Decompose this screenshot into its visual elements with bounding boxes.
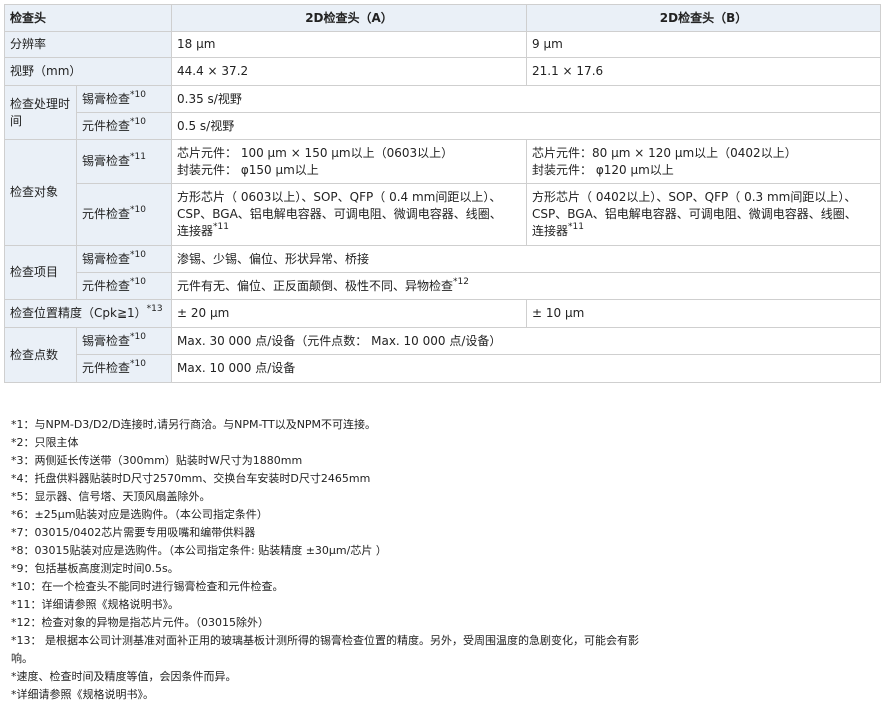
text-line: 方形芯片（ 0603以上）、SOP、QFP（ 0.4 mm间距以上）、	[177, 190, 502, 204]
header-inspection-head: 检查头	[3, 4, 173, 32]
sublabel-objects-component: 元件检查*10	[75, 183, 173, 246]
row-label-resolution: 分辨率	[3, 31, 173, 58]
row-label-items: 检查项目	[4, 245, 77, 300]
row-label-text: 检查位置精度（Cpk≧1）	[10, 306, 147, 320]
footnote: *速度、检查时间及精度等值，会因条件而异。	[11, 670, 237, 683]
footnote: *8：03015贴装对应是选购件。（本公司指定条件: 贴装精度 ±30μm/芯片…	[11, 544, 387, 557]
text-line: 封装元件： φ120 μm以上	[532, 162, 674, 177]
footnote-ref: *10	[130, 89, 146, 100]
footnote: *4：托盘供料器贴装时D尺寸2570mm、交换台车安装时D尺寸2465mm	[11, 472, 371, 485]
table-row-processing-solder: 检查处理时间 锡膏检查*10 0.35 s/视野	[4, 85, 882, 140]
sublabel-text: 锡膏检查	[82, 154, 131, 168]
sublabel-text: 锡膏检查	[82, 333, 131, 348]
footnote-ref: *10	[130, 276, 146, 287]
cell-points-component: Max. 10 000 点/设备	[171, 354, 882, 383]
footnote-ref: *10	[130, 116, 146, 127]
cell-text: 元件有无、偏位、正反面颠倒、极性不同、异物检查	[177, 278, 454, 293]
text-line: 连接器*11	[532, 223, 875, 240]
cell-resolution-a: 18 μm	[171, 31, 528, 58]
sublabel-items-solder: 锡膏检查*10	[75, 245, 173, 273]
text-line: 封装元件： φ150 μm以上	[177, 162, 319, 177]
table-row-processing-component: 元件检查*10 0.5 s/视野	[5, 112, 882, 140]
cell-points-solder: Max. 30 000 点/设备（元件点数： Max. 10 000 点/设备）	[171, 327, 882, 355]
footnote: *7：03015/0402芯片需要专用吸嘴和编带供料器	[11, 526, 256, 539]
footnote: *6：±25μm贴装对应是选购件。（本公司指定条件）	[11, 508, 268, 521]
table-row-objects-component: 元件检查*10 方形芯片（ 0603以上）、SOP、QFP（ 0.4 mm间距以…	[5, 183, 882, 246]
footnote: *13： 是根据本公司计测基准对面补正用的玻璃基板计测所得的锡膏检查位置的精度。…	[11, 634, 639, 647]
footnote-ref: *10	[130, 359, 146, 369]
sublabel-text: 锡膏检查	[82, 91, 131, 106]
row-label-objects: 检查对象	[4, 139, 77, 246]
text-line: 连接器*11	[177, 223, 521, 240]
text-line: CSP、BGA、铝电解电容器、可调电阻、微调电容器、线圈、	[177, 207, 502, 221]
cell-accuracy-b: ± 10 μm	[526, 299, 882, 328]
footnote-ref: *13	[146, 304, 163, 314]
cell-objects-solder-b: 芯片元件：80 μm × 120 μm以上（0402以上） 封装元件： φ120 …	[526, 139, 882, 184]
sublabel-items-component: 元件检查*10	[75, 272, 173, 300]
footnote: *5：显示器、信号塔、天顶风扇盖除外。	[11, 490, 211, 503]
text-line: 方形芯片（ 0402以上）、SOP、QFP（ 0.3 mm间距以上）、	[532, 190, 857, 204]
table-row-resolution: 分辨率 18 μm 9 μm	[3, 31, 882, 58]
footnote: *2：只限主体	[11, 436, 79, 449]
row-label-processing-time: 检查处理时间	[4, 85, 77, 140]
footnote: *详细请参照《规格说明书》。	[11, 688, 154, 701]
footnote: *12：检查对象的异物是指芯片元件。（03015除外）	[11, 616, 269, 629]
sublabel-text: 元件检查	[82, 278, 131, 293]
footnote-ref: *11	[213, 222, 229, 232]
sublabel-objects-solder: 锡膏检查*11	[75, 139, 173, 184]
spec-table: 检查头 2D检查头（A） 2D检查头（B） 分辨率 18 μm 9 μm 视野（…	[3, 4, 882, 383]
row-label-fov: 视野（mm）	[3, 57, 173, 86]
footnote-ref: *11	[568, 222, 584, 232]
table-row-points-solder: 检查点数 锡膏检查*10 Max. 30 000 点/设备（元件点数： Max.…	[4, 327, 882, 383]
footnote-ref: *10	[130, 249, 146, 260]
cell-items-solder: 渗锡、少锡、偏位、形状异常、桥接	[171, 245, 882, 273]
cell-fov-a: 44.4 × 37.2	[171, 57, 528, 86]
page: 检查头 2D检查头（A） 2D检查头（B） 分辨率 18 μm 9 μm 视野（…	[0, 0, 887, 704]
text-part: 连接器	[532, 224, 569, 238]
header-head-b: 2D检查头（B）	[526, 4, 882, 32]
footnote: *3：两侧延长传送带（300mm）贴装时W尺寸为1880mm	[11, 454, 303, 467]
footnote-ref: *12	[453, 276, 469, 287]
sublabel-processing-solder: 锡膏检查*10	[75, 85, 173, 113]
sublabel-text: 锡膏检查	[82, 251, 131, 266]
cell-items-component: 元件有无、偏位、正反面颠倒、极性不同、异物检查*12	[171, 272, 882, 300]
footnote: *10：在一个检查头不能同时进行锡膏检查和元件检查。	[11, 580, 284, 593]
table-row-accuracy: 检查位置精度（Cpk≧1）*13 ± 20 μm ± 10 μm	[3, 299, 882, 328]
footnote-ref: *10	[130, 331, 146, 342]
cell-objects-solder-a: 芯片元件： 100 μm × 150 μm以上（0603以上） 封装元件： φ15…	[171, 139, 528, 184]
footnote: 响。	[11, 652, 33, 665]
text-part: 连接器	[177, 224, 214, 238]
cell-objects-component-a: 方形芯片（ 0603以上）、SOP、QFP（ 0.4 mm间距以上）、 CSP、B…	[171, 183, 528, 246]
text-line: CSP、BGA、铝电解电容器、可调电阻、微调电容器、线圈、	[532, 207, 857, 221]
cell-accuracy-a: ± 20 μm	[171, 299, 528, 328]
text-line: 芯片元件： 100 μm × 150 μm以上（0603以上）	[177, 145, 454, 160]
header-head-a: 2D检查头（A）	[171, 4, 528, 32]
cell-objects-component-b: 方形芯片（ 0402以上）、SOP、QFP（ 0.3 mm间距以上）、 CSP、B…	[526, 183, 882, 246]
cell-processing-solder: 0.35 s/视野	[171, 85, 882, 113]
sublabel-text: 元件检查	[82, 361, 131, 375]
footnote: *9：包括基板高度测定时间0.5s。	[11, 562, 179, 575]
footnote-ref: *10	[130, 205, 146, 215]
cell-resolution-b: 9 μm	[526, 31, 882, 58]
table-row-items-component: 元件检查*10 元件有无、偏位、正反面颠倒、极性不同、异物检查*12	[5, 272, 882, 300]
footnote-ref: *11	[130, 152, 146, 162]
table-row-items-solder: 检查项目 锡膏检查*10 渗锡、少锡、偏位、形状异常、桥接	[4, 245, 882, 300]
sublabel-points-solder: 锡膏检查*10	[75, 327, 173, 355]
row-label-points: 检查点数	[4, 327, 77, 383]
footnote: *11：详细请参照《规格说明书》。	[11, 598, 179, 611]
table-header-row: 检查头 2D检查头（A） 2D检查头（B）	[3, 4, 882, 32]
table-row-objects-solder: 检查对象 锡膏检查*11 芯片元件： 100 μm × 150 μm以上（060…	[4, 139, 882, 246]
sublabel-points-component: 元件检查*10	[75, 354, 173, 383]
text-line: 芯片元件：80 μm × 120 μm以上（0402以上）	[532, 145, 797, 160]
table-row-points-component: 元件检查*10 Max. 10 000 点/设备	[5, 354, 882, 383]
sublabel-text: 元件检查	[82, 207, 131, 221]
sublabel-processing-component: 元件检查*10	[75, 112, 173, 140]
sublabel-text: 元件检查	[82, 118, 131, 133]
footnote: *1：与NPM-D3/D2/D连接时,请另行商洽。与NPM-TT以及NPM不可连…	[11, 418, 377, 431]
cell-processing-component: 0.5 s/视野	[171, 112, 882, 140]
table-row-fov: 视野（mm） 44.4 × 37.2 21.1 × 17.6	[3, 57, 882, 86]
row-label-accuracy: 检查位置精度（Cpk≧1）*13	[3, 299, 173, 328]
cell-fov-b: 21.1 × 17.6	[526, 57, 882, 86]
footnotes: *1：与NPM-D3/D2/D连接时,请另行商洽。与NPM-TT以及NPM不可连…	[11, 416, 881, 704]
